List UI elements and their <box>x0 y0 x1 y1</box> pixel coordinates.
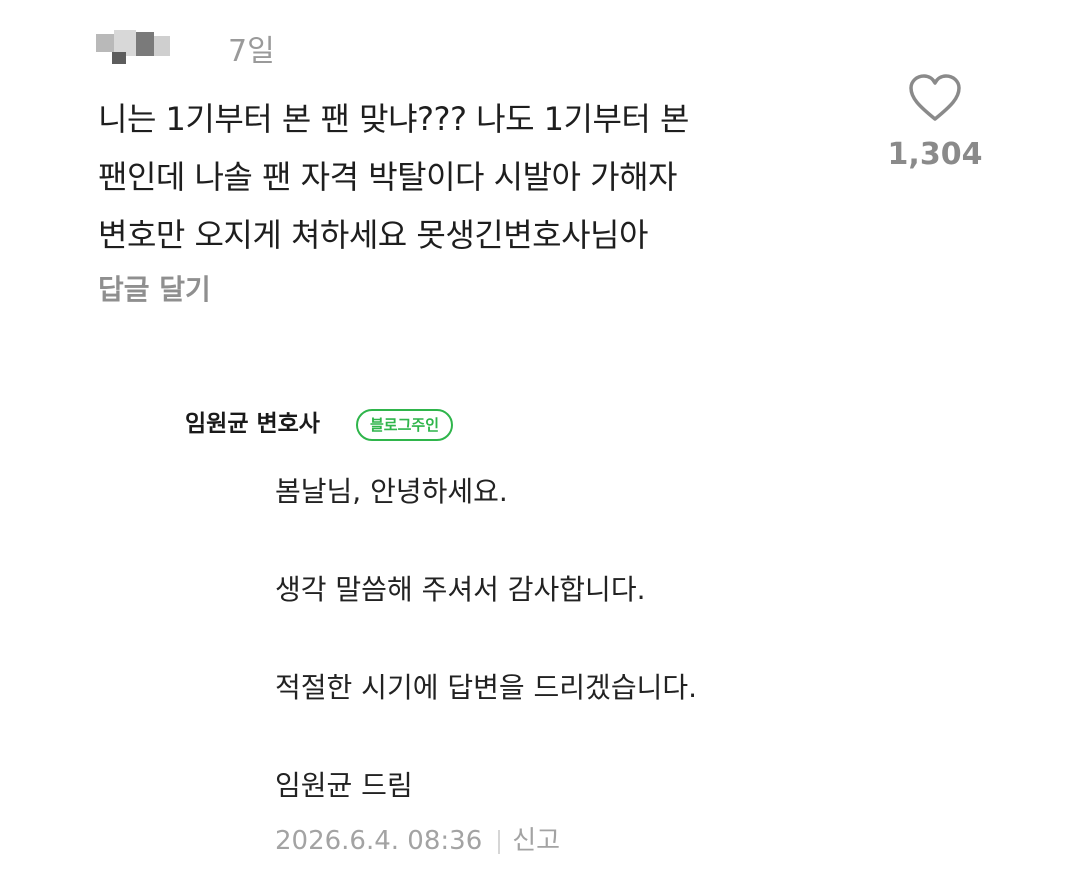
report-button[interactable]: 신고 <box>512 826 560 856</box>
reply-line: 봄날님, 안녕하세요. <box>275 475 508 508</box>
reply-line: 적절한 시기에 답변을 드리겠습니다. <box>275 671 698 704</box>
comment-age: 7일 <box>228 34 275 69</box>
heart-icon[interactable] <box>907 72 963 124</box>
comment-line: 변호만 오지게 쳐하세요 못생긴변호사님아 <box>98 216 648 254</box>
comment-body: 니는 1기부터 본 팬 맞냐??? 나도 1기부터 본 팬인데 나솔 팬 자격 … <box>98 90 888 264</box>
blog-owner-badge: 블로그주인 <box>356 409 454 441</box>
reply-button[interactable]: 답글 달기 <box>98 268 211 308</box>
divider <box>498 829 501 854</box>
comment-line: 팬인데 나솔 팬 자격 박탈이다 시발아 가해자 <box>98 158 677 196</box>
reply-timestamp: 2026.6.4. 08:36 <box>275 826 483 856</box>
reply-author[interactable]: 임원균 변호사 <box>185 404 320 438</box>
reply-line: 임원균 드림 <box>275 769 413 802</box>
reply-line: 생각 말씀해 주셔서 감사합니다. <box>275 573 646 606</box>
comment-line: 니는 1기부터 본 팬 맞냐??? 나도 1기부터 본 <box>98 100 689 138</box>
reply-meta: 2026.6.4. 08:36 신고 <box>275 820 560 857</box>
like-count: 1,304 <box>887 137 983 172</box>
blurred-username <box>96 30 172 66</box>
